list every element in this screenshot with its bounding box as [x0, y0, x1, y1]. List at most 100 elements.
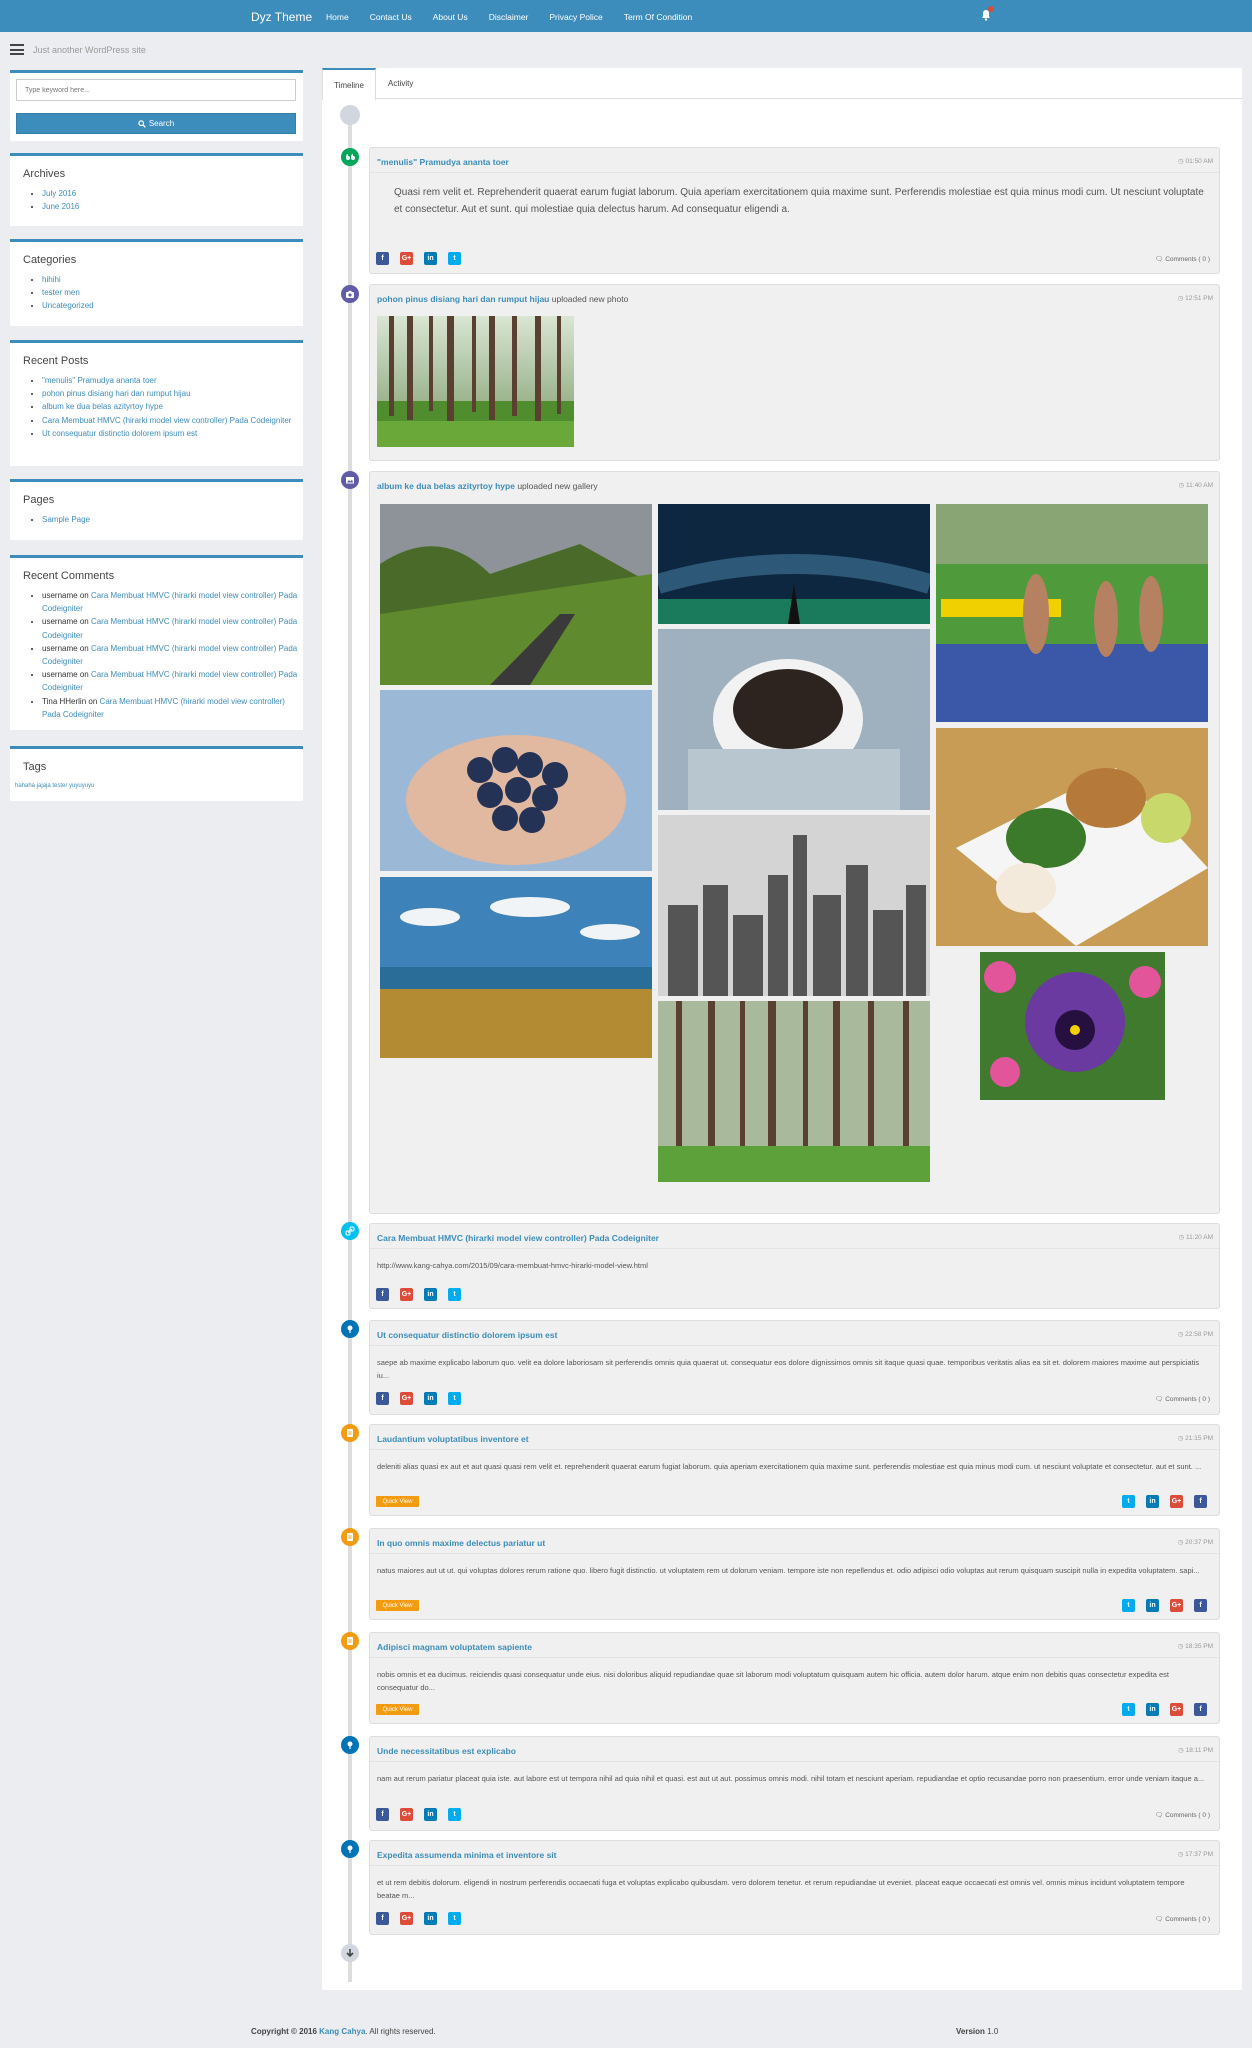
- post-title[interactable]: Expedita assumenda minima et inventore s…: [377, 1850, 557, 1860]
- runners-photo[interactable]: [936, 504, 1208, 722]
- twitter-icon[interactable]: t: [448, 1912, 461, 1925]
- facebook-icon[interactable]: f: [1194, 1495, 1207, 1508]
- google-plus-icon[interactable]: G+: [400, 1912, 413, 1925]
- category-link[interactable]: Uncategorized: [42, 301, 94, 310]
- google-plus-icon[interactable]: G+: [400, 252, 413, 265]
- facebook-icon[interactable]: f: [376, 1288, 389, 1301]
- share-buttons: t in G+ f: [1122, 1495, 1218, 1508]
- twitter-icon[interactable]: t: [1122, 1495, 1135, 1508]
- tab-activity[interactable]: Activity: [377, 68, 424, 99]
- menu-toggle-icon[interactable]: [10, 44, 24, 55]
- google-plus-icon[interactable]: G+: [400, 1808, 413, 1821]
- post-title[interactable]: Ut consequatur distinctio dolorem ipsum …: [377, 1330, 557, 1340]
- post-title[interactable]: Unde necessitatibus est explicabo: [377, 1746, 516, 1756]
- google-plus-icon[interactable]: G+: [1170, 1495, 1183, 1508]
- nav-disclaimer[interactable]: Disclaimer: [489, 12, 529, 22]
- post-time-text: 12:51 PM: [1185, 295, 1213, 302]
- quick-view-button[interactable]: Quick View: [376, 1704, 419, 1715]
- food-photo[interactable]: [936, 728, 1208, 946]
- recent-post-link[interactable]: Ut consequatur distinctio dolorem ipsum …: [42, 429, 197, 438]
- grapes-photo[interactable]: [380, 690, 652, 871]
- document-icon: [341, 1528, 359, 1546]
- facebook-icon[interactable]: f: [1194, 1599, 1207, 1612]
- google-plus-icon[interactable]: G+: [400, 1288, 413, 1301]
- twitter-icon[interactable]: t: [448, 252, 461, 265]
- linkedin-icon[interactable]: in: [424, 1288, 437, 1301]
- post-time: ◷ 17:37 PM: [1177, 1851, 1213, 1858]
- comments-link[interactable]: 🗨 Comments ( 0 ): [1155, 1811, 1210, 1819]
- nav-home[interactable]: Home: [326, 12, 349, 22]
- arrow-down-icon[interactable]: [341, 1944, 359, 1962]
- google-plus-icon[interactable]: G+: [1170, 1703, 1183, 1716]
- pansy-flower-photo[interactable]: [980, 952, 1165, 1100]
- facebook-icon[interactable]: f: [376, 1912, 389, 1925]
- linkedin-icon[interactable]: in: [424, 1392, 437, 1405]
- coffee-cup-photo[interactable]: [658, 629, 930, 810]
- category-link[interactable]: hihihi: [42, 275, 61, 284]
- tag-cloud[interactable]: hahaha jajaja tester yuyuyuyu: [15, 783, 94, 789]
- night-sky-photo[interactable]: [658, 504, 930, 624]
- comments-label: Comments ( 0 ): [1165, 256, 1210, 263]
- twitter-icon[interactable]: t: [1122, 1703, 1135, 1716]
- twitter-icon[interactable]: t: [448, 1808, 461, 1821]
- google-plus-icon[interactable]: G+: [400, 1392, 413, 1405]
- page-link[interactable]: Sample Page: [42, 515, 90, 524]
- recent-post-link[interactable]: pohon pinus disiang hari dan rumput hija…: [42, 389, 191, 398]
- linkedin-icon[interactable]: in: [1146, 1495, 1159, 1508]
- linkedin-icon[interactable]: in: [424, 252, 437, 265]
- post-title[interactable]: "menulis" Pramudya ananta toer: [377, 157, 509, 167]
- nav-contact[interactable]: Contact Us: [370, 12, 412, 22]
- author-link[interactable]: Kang Cahya: [319, 2027, 365, 2036]
- twitter-icon[interactable]: t: [1122, 1599, 1135, 1612]
- post-title[interactable]: Laudantium voluptatibus inventore et: [377, 1434, 529, 1444]
- facebook-icon[interactable]: f: [376, 1392, 389, 1405]
- recent-post-link[interactable]: "menulis" Pramudya ananta toer: [42, 376, 157, 385]
- comment-item: Tina HHerlin on Cara Membuat HMVC (hirar…: [42, 695, 303, 721]
- mountain-road-photo[interactable]: [380, 504, 652, 685]
- archive-link[interactable]: June 2016: [42, 202, 79, 211]
- brand-logo[interactable]: Dyz Theme: [251, 10, 312, 24]
- linkedin-icon[interactable]: in: [1146, 1703, 1159, 1716]
- recent-post-link[interactable]: Cara Membuat HMVC (hirarki model view co…: [42, 416, 291, 425]
- quick-view-button[interactable]: Quick View: [376, 1496, 419, 1507]
- nav-terms[interactable]: Term Of Condition: [624, 12, 693, 22]
- forest-photo-2[interactable]: [658, 1001, 930, 1182]
- post-title[interactable]: pohon pinus disiang hari dan rumput hija…: [377, 294, 549, 304]
- post-title[interactable]: Cara Membuat HMVC (hirarki model view co…: [377, 1233, 659, 1243]
- twitter-icon[interactable]: t: [448, 1288, 461, 1301]
- recent-posts-widget: Recent Posts "menulis" Pramudya ananta t…: [10, 340, 303, 466]
- post-url[interactable]: http://www.kang-cahya.com/2015/09/cara-m…: [377, 1259, 1207, 1272]
- nav-privacy[interactable]: Privacy Police: [549, 12, 602, 22]
- linkedin-icon[interactable]: in: [1146, 1599, 1159, 1612]
- comment-item: username on Cara Membuat HMVC (hirarki m…: [42, 589, 303, 615]
- archive-link[interactable]: July 2016: [42, 189, 76, 198]
- nav-about[interactable]: About Us: [433, 12, 468, 22]
- category-link[interactable]: tester men: [42, 288, 80, 297]
- recent-post-link[interactable]: album ke dua belas azityrtoy hype: [42, 402, 163, 411]
- facebook-icon[interactable]: f: [1194, 1703, 1207, 1716]
- sea-field-photo[interactable]: [380, 877, 652, 1058]
- quick-view-button[interactable]: Quick View: [376, 1600, 419, 1611]
- post-title[interactable]: Adipisci magnam voluptatem sapiente: [377, 1642, 532, 1652]
- post-time: ◷ 01:50 AM: [1178, 158, 1213, 165]
- post-time: ◷ 11:20 AM: [1178, 1234, 1213, 1241]
- search-button[interactable]: Search: [16, 113, 296, 134]
- facebook-icon[interactable]: f: [376, 1808, 389, 1821]
- comments-link[interactable]: 🗨 Comments ( 0 ): [1155, 1395, 1210, 1403]
- forest-photo[interactable]: [377, 316, 574, 447]
- linkedin-icon[interactable]: in: [424, 1808, 437, 1821]
- tab-timeline[interactable]: Timeline: [322, 68, 376, 100]
- comments-link[interactable]: 🗨 Comments ( 0 ): [1155, 255, 1210, 263]
- post-title[interactable]: album ke dua belas azityrtoy hype: [377, 481, 515, 491]
- share-buttons: f G+ in t: [376, 1912, 472, 1925]
- comments-link[interactable]: 🗨 Comments ( 0 ): [1155, 1915, 1210, 1923]
- google-plus-icon[interactable]: G+: [1170, 1599, 1183, 1612]
- linkedin-icon[interactable]: in: [424, 1912, 437, 1925]
- facebook-icon[interactable]: f: [376, 252, 389, 265]
- post-title-line: pohon pinus disiang hari dan rumput hija…: [377, 294, 628, 304]
- post-title[interactable]: In quo omnis maxime delectus pariatur ut: [377, 1538, 545, 1548]
- twitter-icon[interactable]: t: [448, 1392, 461, 1405]
- comment-item: username on Cara Membuat HMVC (hirarki m…: [42, 642, 303, 668]
- search-input[interactable]: [16, 79, 296, 101]
- city-skyline-photo[interactable]: [658, 815, 930, 996]
